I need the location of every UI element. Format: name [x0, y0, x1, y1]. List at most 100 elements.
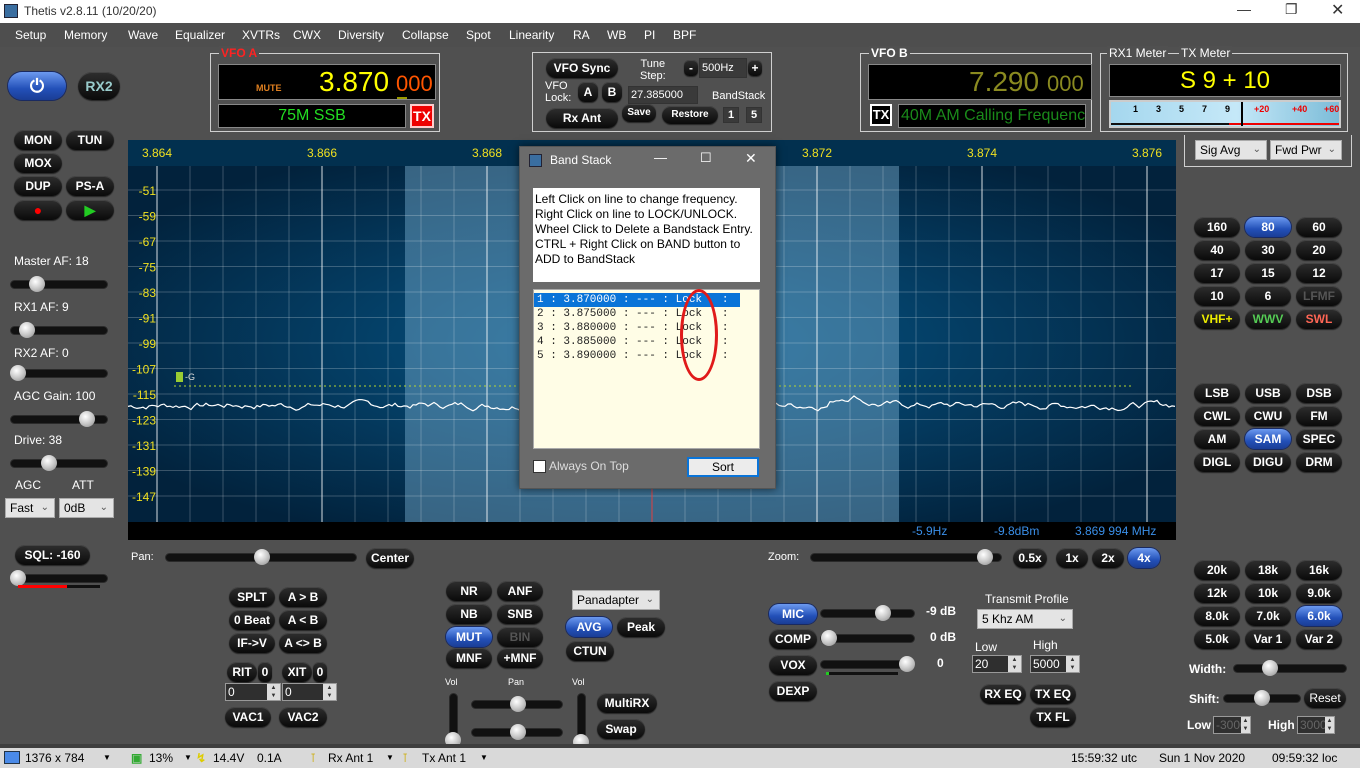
filter-var-2-button[interactable]: Var 2: [1296, 629, 1342, 649]
rx2-button[interactable]: RX2: [78, 72, 120, 100]
slider-thumb[interactable]: [510, 724, 526, 740]
spinner-arrows-icon[interactable]: ▲ ▼: [1325, 717, 1334, 733]
filter-var-1-button[interactable]: Var 1: [1245, 629, 1291, 649]
rx-ant-button[interactable]: Rx Ant: [546, 108, 618, 128]
agc-gain-slider[interactable]: [10, 411, 108, 427]
dropdown-arrow-icon[interactable]: ▼: [184, 753, 192, 762]
list-item[interactable]: 2 : 3.875000 : --- : Lock :: [534, 307, 759, 321]
drive-slider[interactable]: [10, 455, 108, 471]
vfo-a-tx-button[interactable]: TX: [410, 104, 434, 128]
band-80-button[interactable]: 80: [1245, 217, 1291, 237]
slider-thumb[interactable]: [41, 455, 57, 471]
slider-thumb[interactable]: [79, 411, 95, 427]
band-17-button[interactable]: 17: [1194, 263, 1240, 283]
band-12-button[interactable]: 12: [1296, 263, 1342, 283]
rx1-volume-slider[interactable]: [445, 693, 461, 748]
list-item[interactable]: 4 : 3.885000 : --- : Lock :: [534, 335, 759, 349]
list-item[interactable]: 3 : 3.880000 : --- : Lock :: [534, 321, 759, 335]
filter-8.0k-button[interactable]: 8.0k: [1194, 606, 1240, 626]
spinner-arrows-icon[interactable]: ▲ ▼: [323, 684, 336, 700]
multirx-button[interactable]: MultiRX: [597, 693, 657, 713]
vfo-b-tx-button[interactable]: TX: [870, 104, 892, 126]
filter-16k-button[interactable]: 16k: [1296, 560, 1342, 580]
slider-thumb[interactable]: [10, 365, 26, 381]
minimize-icon[interactable]: —: [1237, 1, 1251, 17]
anf-button[interactable]: ANF: [497, 581, 543, 601]
bin-button[interactable]: BIN: [497, 627, 543, 647]
band-6-button[interactable]: 6: [1245, 286, 1291, 306]
power-button[interactable]: ⏻: [8, 72, 66, 100]
slider-thumb[interactable]: [875, 605, 891, 621]
dexp-button[interactable]: DEXP: [769, 681, 817, 701]
vfo-sync-button[interactable]: VFO Sync: [546, 58, 618, 78]
sort-button[interactable]: Sort: [687, 457, 759, 477]
slider-thumb[interactable]: [977, 549, 993, 565]
menu-wb[interactable]: WB: [607, 28, 626, 42]
band-40-button[interactable]: 40: [1194, 240, 1240, 260]
mode-lsb-button[interactable]: LSB: [1194, 383, 1240, 403]
tun-button[interactable]: TUN: [66, 130, 114, 150]
band-10-button[interactable]: 10: [1194, 286, 1240, 306]
center-button[interactable]: Center: [366, 548, 414, 568]
mode-cwl-button[interactable]: CWL: [1194, 406, 1240, 426]
menu-xvtrs[interactable]: XVTRs: [242, 28, 280, 42]
menu-cwx[interactable]: CWX: [293, 28, 321, 42]
b-to-a-button[interactable]: A < B: [279, 610, 327, 630]
swap-button[interactable]: Swap: [597, 719, 645, 739]
xit-button[interactable]: XIT: [282, 662, 312, 682]
vox-button[interactable]: VOX: [769, 655, 817, 675]
swap-ab-button[interactable]: A <> B: [279, 633, 327, 653]
slider-thumb[interactable]: [899, 656, 915, 672]
tx-meter-mode-select[interactable]: Fwd Pwr ⌄: [1270, 140, 1342, 160]
zero-beat-button[interactable]: 0 Beat: [229, 610, 275, 630]
band-60-button[interactable]: 60: [1296, 217, 1342, 237]
mute-button[interactable]: MUT: [446, 627, 492, 647]
dup-button[interactable]: DUP: [14, 176, 62, 196]
filter-shift-slider[interactable]: [1223, 690, 1301, 706]
mode-fm-button[interactable]: FM: [1296, 406, 1342, 426]
rx2-af-slider[interactable]: [10, 365, 108, 381]
display-mode-select[interactable]: Panadapter ⌄: [572, 590, 660, 610]
squelch-marker[interactable]: -G: [176, 372, 195, 382]
zoom-slider[interactable]: [810, 549, 1002, 565]
menu-collapse[interactable]: Collapse: [402, 28, 449, 42]
frequency-input[interactable]: 27.385000: [628, 86, 698, 104]
snb-button[interactable]: SNB: [497, 604, 543, 624]
ctun-button[interactable]: CTUN: [566, 641, 614, 661]
menu-bpf[interactable]: BPF: [673, 28, 696, 42]
rit-button[interactable]: RIT: [227, 662, 257, 682]
filter-18k-button[interactable]: 18k: [1245, 560, 1291, 580]
vfo-a-display[interactable]: MUTE 3.870 000: [218, 64, 436, 100]
mode-cwu-button[interactable]: CWU: [1245, 406, 1291, 426]
filter-6.0k-button[interactable]: 6.0k: [1296, 606, 1342, 626]
tx-filter-button[interactable]: TX FL: [1030, 707, 1076, 727]
band-swl-button[interactable]: SWL: [1296, 309, 1342, 329]
mox-button[interactable]: MOX: [14, 153, 62, 173]
filter-9.0k-button[interactable]: 9.0k: [1296, 583, 1342, 603]
rx2-pan-slider[interactable]: [471, 724, 563, 740]
slider-thumb[interactable]: [510, 696, 526, 712]
if-to-v-button[interactable]: IF->V: [229, 633, 275, 653]
avg-button[interactable]: AVG: [566, 617, 612, 637]
slider-thumb[interactable]: [29, 276, 45, 292]
spinner-arrows-icon[interactable]: ▲ ▼: [1008, 656, 1021, 672]
always-on-top-checkbox[interactable]: [533, 460, 546, 473]
rx-meter-mode-select[interactable]: Sig Avg ⌄: [1195, 140, 1267, 160]
plus-mnf-button[interactable]: +MNF: [497, 648, 543, 668]
filter-20k-button[interactable]: 20k: [1194, 560, 1240, 580]
menu-setup[interactable]: Setup: [15, 28, 46, 42]
peak-button[interactable]: Peak: [617, 617, 665, 637]
rx-eq-button[interactable]: RX EQ: [980, 684, 1026, 704]
vac2-button[interactable]: VAC2: [279, 707, 327, 727]
dropdown-arrow-icon[interactable]: ▼: [386, 753, 394, 762]
rx1-pan-slider[interactable]: [471, 696, 563, 712]
mode-digu-button[interactable]: DIGU: [1245, 452, 1291, 472]
rit-input[interactable]: 0 ▲ ▼: [225, 683, 281, 701]
close-icon[interactable]: ✕: [745, 150, 757, 167]
bandstack-restore-button[interactable]: Restore: [662, 106, 718, 124]
minimize-icon[interactable]: —: [654, 150, 667, 165]
band-lfmf-button[interactable]: LFMF: [1296, 286, 1342, 306]
tune-step-minus-button[interactable]: -: [684, 60, 698, 76]
spinner-arrows-icon[interactable]: ▲ ▼: [1241, 717, 1250, 733]
band-wwv-button[interactable]: WWV: [1245, 309, 1291, 329]
